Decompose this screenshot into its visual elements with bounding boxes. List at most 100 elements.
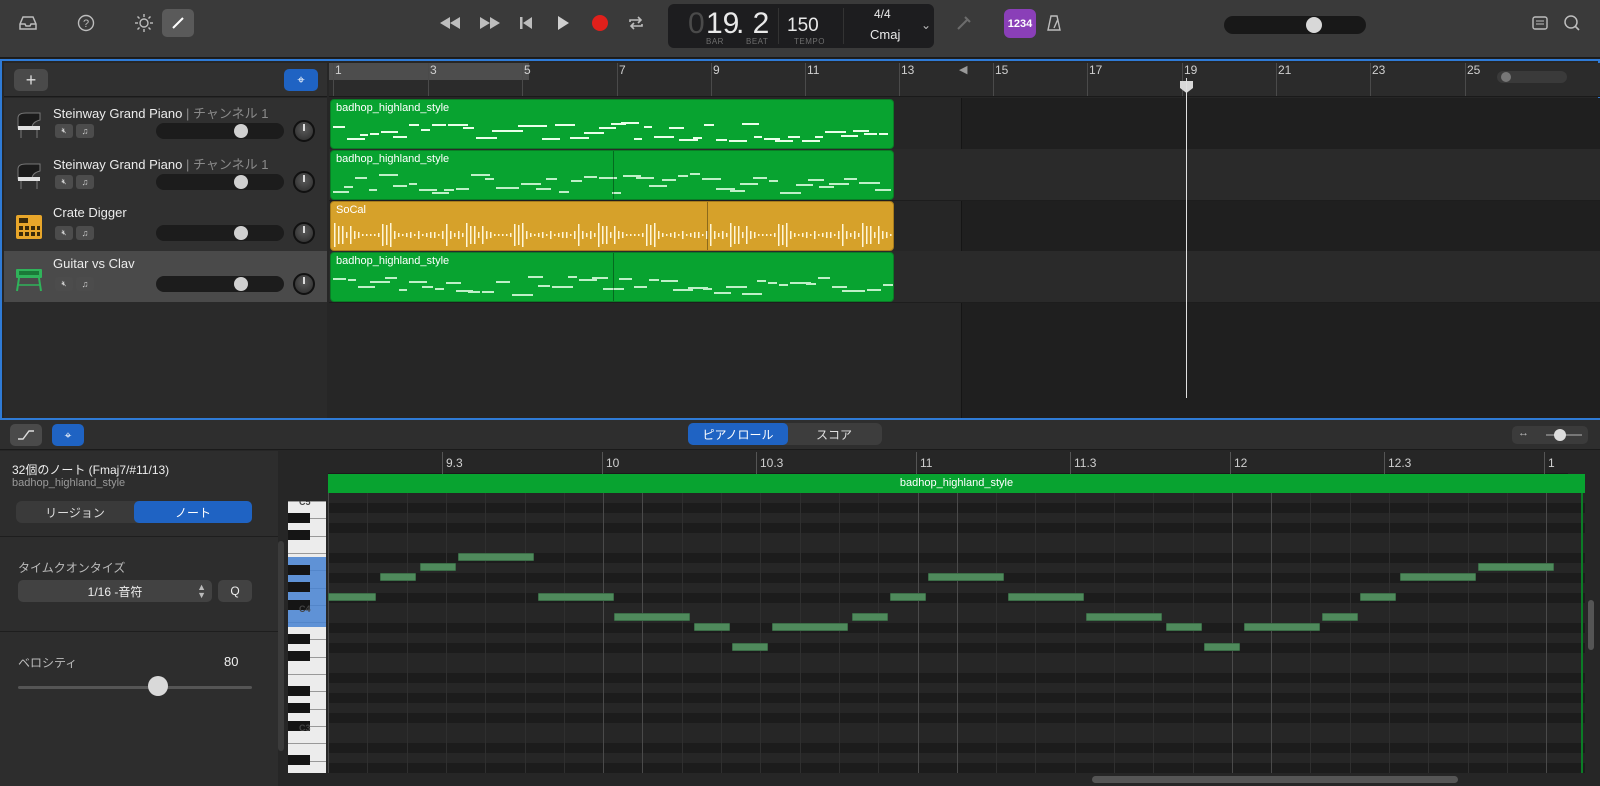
timeline-ruler[interactable]: 1 3 5 7 9 11 13 15 17 19 21 23 25 ◀ — [329, 63, 1600, 97]
track-zoom-knob[interactable] — [1501, 72, 1511, 82]
help-icon[interactable]: ? — [70, 9, 102, 37]
mute-button[interactable]: 🔇︎ — [55, 277, 73, 291]
piano-keyboard[interactable]: C5 C4 C3 — [288, 501, 326, 773]
velocity-knob[interactable] — [148, 676, 168, 696]
quantize-select[interactable]: 1/16 -音符 ▲ ▼ — [18, 580, 212, 602]
add-track-button[interactable]: + — [14, 69, 48, 91]
midi-note[interactable] — [380, 573, 416, 581]
track-pan-knob[interactable] — [293, 222, 315, 244]
piano-roll-region-bar[interactable]: badhop_highland_style — [328, 474, 1585, 493]
midi-note[interactable] — [420, 563, 456, 571]
pencil-icon[interactable] — [162, 9, 194, 37]
midi-note[interactable] — [1400, 573, 1476, 581]
chevron-down-icon[interactable]: ⌄ — [921, 18, 931, 32]
library-icon[interactable] — [12, 9, 44, 37]
search-icon[interactable] — [1556, 9, 1588, 37]
track-volume-slider[interactable] — [156, 276, 284, 292]
track-volume-slider[interactable] — [156, 123, 284, 139]
track-pan-knob[interactable] — [293, 171, 315, 193]
track-region[interactable]: badhop_highland_style — [330, 99, 894, 149]
track-header[interactable]: Crate Digger 🔇︎ ♫ — [4, 200, 327, 252]
track-volume-knob[interactable] — [234, 277, 248, 291]
track-region[interactable]: badhop_highland_style — [330, 150, 894, 200]
midi-note[interactable] — [732, 643, 768, 651]
track-volume-knob[interactable] — [234, 175, 248, 189]
midi-note[interactable] — [458, 553, 534, 561]
tab-score[interactable]: スコア — [788, 423, 880, 445]
solo-button[interactable]: ♫ — [76, 277, 94, 291]
black-key[interactable] — [288, 582, 310, 592]
midi-note[interactable] — [852, 613, 888, 621]
tracks-timeline[interactable]: badhop_highland_style badhop_highland_sty… — [329, 98, 1600, 418]
track-header[interactable]: Guitar vs Clav 🔇︎ ♫ — [4, 251, 327, 303]
mute-button[interactable]: 🔇︎ — [55, 226, 73, 240]
fast-forward-icon[interactable] — [474, 9, 506, 37]
black-key[interactable] — [288, 530, 310, 540]
cycle-icon[interactable] — [620, 9, 652, 37]
midi-note[interactable] — [614, 613, 690, 621]
horizontal-scrollbar[interactable] — [1092, 776, 1458, 783]
midi-note[interactable] — [928, 573, 1004, 581]
track-header[interactable]: Steinway Grand Piano | チャンネル 1 🔇︎ ♫ — [4, 149, 327, 201]
track-pan-knob[interactable] — [293, 273, 315, 295]
track-volume-knob[interactable] — [234, 226, 248, 240]
zoom-knob[interactable] — [1554, 429, 1566, 441]
automation-button[interactable] — [10, 424, 42, 446]
master-volume-knob[interactable] — [1306, 17, 1322, 33]
snap-button[interactable]: ⌖ — [284, 69, 318, 91]
mute-button[interactable]: 🔇︎ — [55, 124, 73, 138]
lcd-display[interactable]: 0 19 . 2 BAR BEAT 150 TEMPO 4/4 Cmaj ⌄ — [668, 4, 934, 48]
midi-note[interactable] — [772, 623, 848, 631]
midi-note[interactable] — [1086, 613, 1162, 621]
mute-button[interactable]: 🔇︎ — [55, 175, 73, 189]
velocity-slider[interactable] — [18, 686, 252, 689]
solo-button[interactable]: ♫ — [76, 124, 94, 138]
tab-note[interactable]: ノート — [134, 501, 252, 523]
notepad-icon[interactable] — [1524, 9, 1556, 37]
track-pan-knob[interactable] — [293, 120, 315, 142]
black-key[interactable] — [288, 634, 310, 644]
inspector-scrollbar[interactable] — [278, 541, 284, 751]
brightness-icon[interactable] — [128, 9, 160, 37]
solo-button[interactable]: ♫ — [76, 226, 94, 240]
piano-roll-ruler[interactable]: 9.3 10 10.3 11 11.3 12 12.3 1 — [328, 452, 1568, 474]
midi-note[interactable] — [1166, 623, 1202, 631]
black-key[interactable] — [288, 513, 310, 523]
track-header[interactable]: Steinway Grand Piano | チャンネル 1 🔇︎ ♫ — [4, 98, 327, 150]
record-icon[interactable] — [584, 9, 616, 37]
skip-back-icon[interactable] — [510, 9, 542, 37]
track-region[interactable]: badhop_highland_style — [330, 252, 894, 302]
midi-note[interactable] — [1204, 643, 1240, 651]
track-region[interactable]: SoCal — [330, 201, 894, 251]
black-key[interactable] — [288, 755, 310, 765]
snap-icon[interactable]: ⌖ — [52, 424, 84, 446]
midi-note[interactable] — [694, 623, 730, 631]
midi-note[interactable] — [1360, 593, 1396, 601]
black-key[interactable] — [288, 651, 310, 661]
metronome-icon[interactable] — [1038, 9, 1070, 37]
midi-note[interactable] — [538, 593, 614, 601]
black-key[interactable] — [288, 686, 310, 696]
track-volume-slider[interactable] — [156, 174, 284, 190]
midi-note[interactable] — [890, 593, 926, 601]
horizontal-zoom-slider[interactable]: ↔ — [1512, 426, 1588, 444]
play-icon[interactable] — [547, 9, 579, 37]
black-key[interactable] — [288, 703, 310, 713]
track-volume-knob[interactable] — [234, 124, 248, 138]
vertical-scrollbar[interactable] — [1588, 600, 1594, 650]
track-zoom-slider[interactable] — [1497, 71, 1567, 83]
cycle-region[interactable] — [329, 63, 529, 80]
midi-note[interactable] — [1322, 613, 1358, 621]
piano-roll-grid[interactable] — [328, 493, 1585, 773]
tab-piano-roll[interactable]: ピアノロール — [688, 423, 788, 445]
master-volume-slider[interactable] — [1224, 16, 1366, 34]
midi-note[interactable] — [1244, 623, 1320, 631]
tuner-icon[interactable] — [948, 9, 980, 37]
track-volume-slider[interactable] — [156, 225, 284, 241]
rewind-icon[interactable] — [434, 9, 466, 37]
quantize-button[interactable]: Q — [218, 580, 252, 602]
midi-note[interactable] — [1008, 593, 1084, 601]
project-end-marker-icon[interactable]: ◀ — [959, 63, 967, 76]
midi-note[interactable] — [1478, 563, 1554, 571]
count-in-button[interactable]: 1234 — [1004, 9, 1036, 38]
